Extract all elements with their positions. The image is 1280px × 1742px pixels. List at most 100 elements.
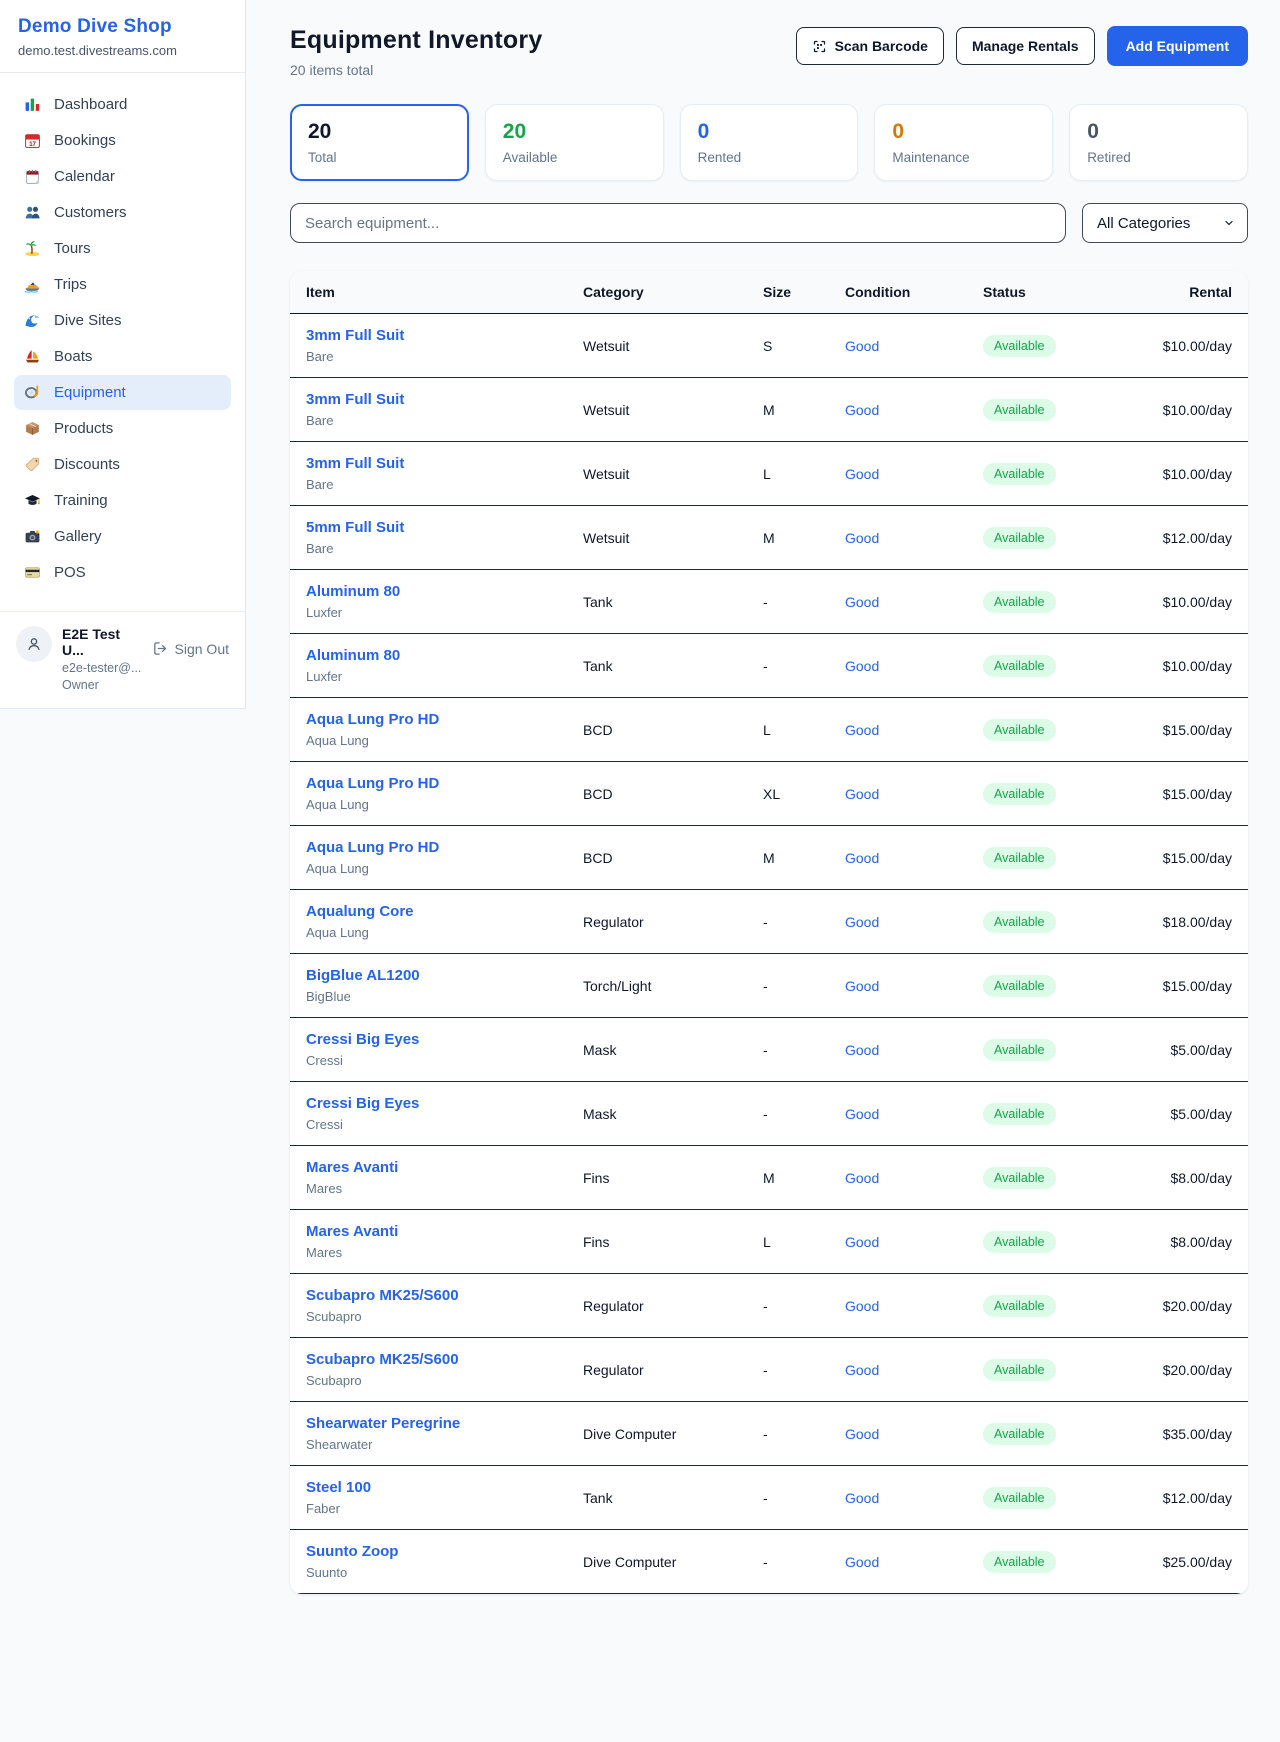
status-badge: Available bbox=[983, 1167, 1056, 1189]
item-name-link[interactable]: 3mm Full Suit bbox=[306, 455, 551, 472]
item-name-link[interactable]: Suunto Zoop bbox=[306, 1543, 551, 1560]
condition-link[interactable]: Good bbox=[845, 1298, 879, 1314]
user-name: E2E Test U... bbox=[62, 626, 142, 658]
sidebar-item-dive-sites[interactable]: Dive Sites bbox=[14, 303, 231, 338]
item-category: Regulator bbox=[567, 1338, 747, 1402]
item-name-link[interactable]: 3mm Full Suit bbox=[306, 327, 551, 344]
condition-link[interactable]: Good bbox=[845, 658, 879, 674]
item-category: Mask bbox=[567, 1082, 747, 1146]
sidebar-item-customers[interactable]: Customers bbox=[14, 195, 231, 230]
manage-rentals-button[interactable]: Manage Rentals bbox=[956, 27, 1095, 65]
condition-link[interactable]: Good bbox=[845, 466, 879, 482]
item-name-link[interactable]: Cressi Big Eyes bbox=[306, 1095, 551, 1112]
item-brand: Mares bbox=[306, 1181, 551, 1196]
condition-link[interactable]: Good bbox=[845, 1170, 879, 1186]
sidebar-item-tours[interactable]: Tours bbox=[14, 231, 231, 266]
item-name-link[interactable]: 3mm Full Suit bbox=[306, 391, 551, 408]
table-body: 3mm Full Suit Bare Wetsuit S Good Availa… bbox=[290, 314, 1248, 1594]
condition-link[interactable]: Good bbox=[845, 786, 879, 802]
item-name-link[interactable]: Aluminum 80 bbox=[306, 583, 551, 600]
condition-link[interactable]: Good bbox=[845, 1554, 879, 1570]
item-name-link[interactable]: Mares Avanti bbox=[306, 1159, 551, 1176]
item-size: - bbox=[747, 570, 829, 634]
sidebar-item-pos[interactable]: POS bbox=[14, 555, 231, 590]
item-name-link[interactable]: Aqua Lung Pro HD bbox=[306, 839, 551, 856]
category-filter-select[interactable]: All Categories bbox=[1082, 203, 1248, 243]
status-badge: Available bbox=[983, 335, 1056, 357]
sidebar-item-equipment[interactable]: Equipment bbox=[14, 375, 231, 410]
item-name-link[interactable]: Aqua Lung Pro HD bbox=[306, 711, 551, 728]
status-badge: Available bbox=[983, 1487, 1056, 1509]
condition-link[interactable]: Good bbox=[845, 1362, 879, 1378]
stat-card[interactable]: 0 Maintenance bbox=[874, 104, 1053, 181]
item-size: - bbox=[747, 1530, 829, 1594]
stat-value: 0 bbox=[698, 120, 841, 144]
col-header-size: Size bbox=[747, 271, 829, 314]
item-name-link[interactable]: Scubapro MK25/S600 bbox=[306, 1351, 551, 1368]
stat-card[interactable]: 0 Retired bbox=[1069, 104, 1248, 181]
item-name-link[interactable]: Steel 100 bbox=[306, 1479, 551, 1496]
item-brand: Aqua Lung bbox=[306, 733, 551, 748]
calendar-icon bbox=[24, 168, 41, 185]
condition-link[interactable]: Good bbox=[845, 594, 879, 610]
stat-card[interactable]: 20 Total bbox=[290, 104, 469, 181]
sign-out-button[interactable]: Sign Out bbox=[152, 640, 229, 657]
sidebar-item-label: Trips bbox=[54, 276, 87, 293]
svg-text:17: 17 bbox=[29, 142, 36, 148]
search-input[interactable] bbox=[290, 203, 1066, 243]
item-name-link[interactable]: Shearwater Peregrine bbox=[306, 1415, 551, 1432]
condition-link[interactable]: Good bbox=[845, 1234, 879, 1250]
item-category: Regulator bbox=[567, 890, 747, 954]
sidebar-item-training[interactable]: Training bbox=[14, 483, 231, 518]
item-category: Wetsuit bbox=[567, 506, 747, 570]
item-name-link[interactable]: Cressi Big Eyes bbox=[306, 1031, 551, 1048]
stat-card[interactable]: 20 Available bbox=[485, 104, 664, 181]
condition-link[interactable]: Good bbox=[845, 1490, 879, 1506]
scan-barcode-button[interactable]: Scan Barcode bbox=[796, 27, 944, 65]
sidebar-item-label: Equipment bbox=[54, 384, 126, 401]
status-badge: Available bbox=[983, 1039, 1056, 1061]
item-category: Wetsuit bbox=[567, 442, 747, 506]
sidebar-item-bookings[interactable]: 17 Bookings bbox=[14, 123, 231, 158]
item-size: - bbox=[747, 1402, 829, 1466]
stat-card[interactable]: 0 Rented bbox=[680, 104, 859, 181]
add-equipment-button[interactable]: Add Equipment bbox=[1107, 26, 1248, 66]
item-brand: Luxfer bbox=[306, 669, 551, 684]
item-name-link[interactable]: BigBlue AL1200 bbox=[306, 967, 551, 984]
condition-link[interactable]: Good bbox=[845, 914, 879, 930]
sidebar-item-trips[interactable]: Trips bbox=[14, 267, 231, 302]
condition-link[interactable]: Good bbox=[845, 722, 879, 738]
status-badge: Available bbox=[983, 975, 1056, 997]
item-size: - bbox=[747, 1274, 829, 1338]
stat-label: Maintenance bbox=[892, 150, 1035, 165]
item-category: Fins bbox=[567, 1146, 747, 1210]
sidebar-item-discounts[interactable]: Discounts bbox=[14, 447, 231, 482]
sidebar-item-label: Tours bbox=[54, 240, 91, 257]
rental-price: $20.00/day bbox=[1117, 1274, 1248, 1338]
main-content: Equipment Inventory 20 items total Scan … bbox=[246, 0, 1280, 1630]
sidebar-item-gallery[interactable]: Gallery bbox=[14, 519, 231, 554]
col-header-rental: Rental bbox=[1117, 271, 1248, 314]
item-name-link[interactable]: Mares Avanti bbox=[306, 1223, 551, 1240]
condition-link[interactable]: Good bbox=[845, 530, 879, 546]
condition-link[interactable]: Good bbox=[845, 338, 879, 354]
condition-link[interactable]: Good bbox=[845, 978, 879, 994]
equipment-table-card: Item Category Size Condition Status Rent… bbox=[290, 271, 1248, 1594]
sidebar-item-boats[interactable]: Boats bbox=[14, 339, 231, 374]
item-name-link[interactable]: Aqua Lung Pro HD bbox=[306, 775, 551, 792]
item-name-link[interactable]: 5mm Full Suit bbox=[306, 519, 551, 536]
condition-link[interactable]: Good bbox=[845, 1426, 879, 1442]
sidebar-nav: Dashboard 17 Bookings Calendar Customers… bbox=[0, 73, 245, 601]
sidebar-item-label: Dive Sites bbox=[54, 312, 122, 329]
item-name-link[interactable]: Scubapro MK25/S600 bbox=[306, 1287, 551, 1304]
sidebar-item-dashboard[interactable]: Dashboard bbox=[14, 87, 231, 122]
condition-link[interactable]: Good bbox=[845, 850, 879, 866]
item-name-link[interactable]: Aluminum 80 bbox=[306, 647, 551, 664]
sidebar-item-products[interactable]: Products bbox=[14, 411, 231, 446]
sidebar-item-calendar[interactable]: Calendar bbox=[14, 159, 231, 194]
condition-link[interactable]: Good bbox=[845, 402, 879, 418]
condition-link[interactable]: Good bbox=[845, 1042, 879, 1058]
item-name-link[interactable]: Aqualung Core bbox=[306, 903, 551, 920]
item-brand: Bare bbox=[306, 477, 551, 492]
condition-link[interactable]: Good bbox=[845, 1106, 879, 1122]
